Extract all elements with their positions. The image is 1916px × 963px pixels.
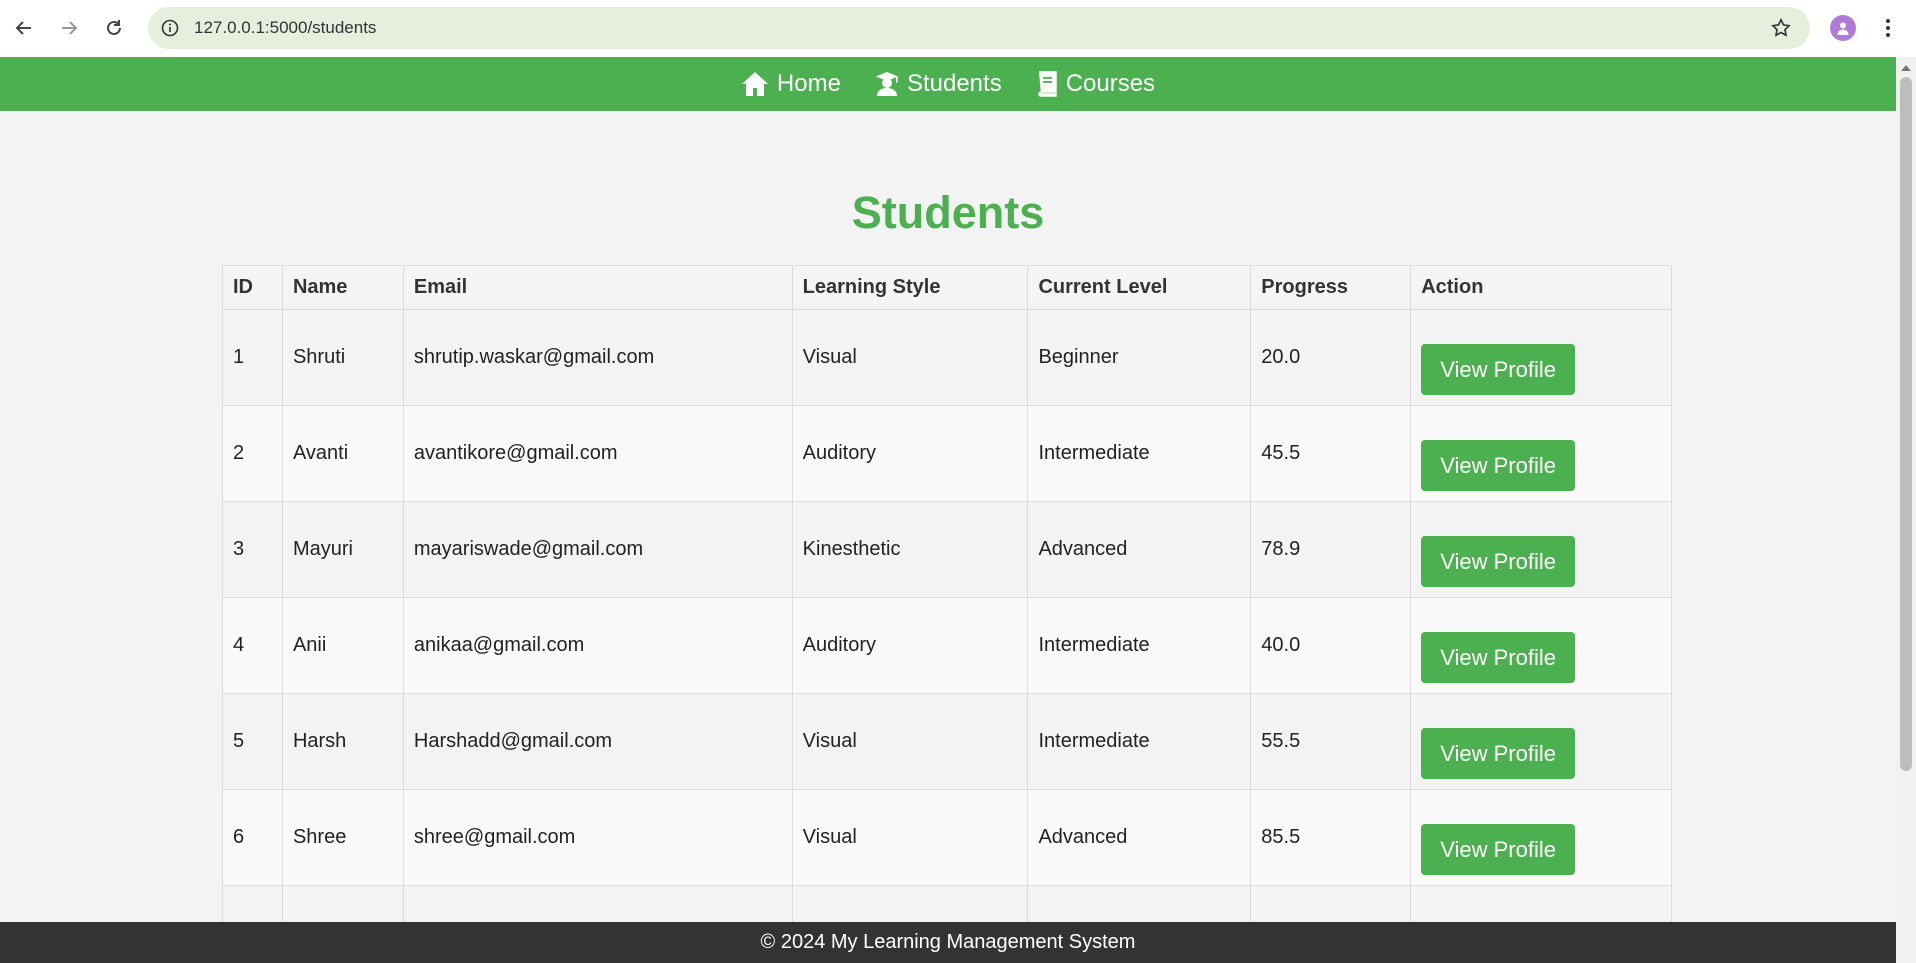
learning-style: Visual: [791, 789, 1029, 886]
reload-icon[interactable]: [100, 14, 128, 42]
page: Home Students Courses Students ID Name E…: [0, 57, 1896, 963]
student-email: shree@gmail.com: [402, 789, 793, 886]
student-email: Harshadd@gmail.com: [402, 693, 793, 790]
action-cell: View Profile: [1410, 789, 1672, 886]
nav-courses[interactable]: Courses: [1036, 70, 1155, 98]
learning-style: Visual: [791, 309, 1029, 406]
scrollbar[interactable]: [1896, 57, 1916, 963]
column-header: Progress: [1250, 265, 1412, 310]
student-id: 2: [222, 405, 283, 502]
student-name: Harsh: [281, 693, 404, 790]
students-table: ID Name Email Learning Style Current Lev…: [222, 265, 1672, 963]
column-header: Current Level: [1027, 265, 1252, 310]
view-profile-button[interactable]: View Profile: [1421, 824, 1575, 875]
action-cell: View Profile: [1410, 693, 1672, 790]
more-icon[interactable]: [1878, 14, 1898, 42]
student-name: Shree: [281, 789, 404, 886]
table-row: 3 Mayuri mayariswade@gmail.com Kinesthet…: [222, 501, 1672, 598]
student-icon: [875, 71, 899, 97]
learning-style: Visual: [791, 693, 1029, 790]
student-name: Anii: [281, 597, 404, 694]
progress: 45.5: [1250, 405, 1412, 502]
current-level: Advanced: [1027, 501, 1252, 598]
back-icon[interactable]: [10, 14, 38, 42]
current-level: Beginner: [1027, 309, 1252, 406]
student-name: Shruti: [281, 309, 404, 406]
table-row: 4 Anii anikaa@gmail.com Auditory Interme…: [222, 597, 1672, 694]
column-header: Email: [402, 265, 793, 310]
action-cell: View Profile: [1410, 597, 1672, 694]
student-id: 4: [222, 597, 283, 694]
current-level: Intermediate: [1027, 597, 1252, 694]
table-row: 6 Shree shree@gmail.com Visual Advanced …: [222, 789, 1672, 886]
view-profile-button[interactable]: View Profile: [1421, 728, 1575, 779]
footer-text: © 2024 My Learning Management System: [760, 931, 1136, 953]
action-cell: View Profile: [1410, 309, 1672, 406]
current-level: Intermediate: [1027, 405, 1252, 502]
address-url[interactable]: 127.0.0.1:5000/students: [194, 18, 376, 38]
view-profile-button[interactable]: View Profile: [1421, 344, 1575, 395]
progress: 78.9: [1250, 501, 1412, 598]
progress: 20.0: [1250, 309, 1412, 406]
student-id: 5: [222, 693, 283, 790]
table-header-row: ID Name Email Learning Style Current Lev…: [222, 265, 1672, 310]
nav-label: Students: [906, 70, 1002, 97]
student-id: 3: [222, 501, 283, 598]
student-id: 1: [222, 309, 283, 406]
scroll-up-icon[interactable]: [1896, 61, 1916, 75]
footer: © 2024 My Learning Management System: [0, 922, 1896, 963]
page-title: Students: [851, 187, 1045, 238]
learning-style: Kinesthetic: [791, 501, 1029, 598]
student-id: 6: [222, 789, 283, 886]
nav-students[interactable]: Students: [875, 70, 1002, 98]
star-icon[interactable]: [1770, 17, 1792, 39]
column-header: Learning Style: [791, 265, 1029, 310]
action-cell: View Profile: [1410, 405, 1672, 502]
info-icon[interactable]: [158, 16, 182, 40]
view-profile-button[interactable]: View Profile: [1421, 632, 1575, 683]
avatar[interactable]: [1830, 15, 1856, 41]
table-row: 1 Shruti shrutip.waskar@gmail.com Visual…: [222, 309, 1672, 406]
nav-label: Home: [776, 70, 841, 97]
student-name: Mayuri: [281, 501, 404, 598]
address-bar[interactable]: 127.0.0.1:5000/students: [148, 7, 1810, 49]
action-cell: View Profile: [1410, 501, 1672, 598]
student-email: anikaa@gmail.com: [402, 597, 793, 694]
student-name: Avanti: [281, 405, 404, 502]
column-header: Name: [281, 265, 404, 310]
learning-style: Auditory: [791, 405, 1029, 502]
scroll-thumb[interactable]: [1900, 77, 1912, 771]
table-row: 5 Harsh Harshadd@gmail.com Visual Interm…: [222, 693, 1672, 790]
book-icon: [1036, 71, 1058, 97]
student-email: mayariswade@gmail.com: [402, 501, 793, 598]
student-email: avantikore@gmail.com: [402, 405, 793, 502]
home-icon: [741, 71, 769, 97]
view-profile-button[interactable]: View Profile: [1421, 440, 1575, 491]
progress: 85.5: [1250, 789, 1412, 886]
table-row: 2 Avanti avantikore@gmail.com Auditory I…: [222, 405, 1672, 502]
current-level: Advanced: [1027, 789, 1252, 886]
nav-label: Courses: [1065, 70, 1156, 97]
browser-toolbar: 127.0.0.1:5000/students: [0, 0, 1916, 57]
learning-style: Auditory: [791, 597, 1029, 694]
student-email: shrutip.waskar@gmail.com: [402, 309, 793, 406]
column-header: ID: [222, 265, 283, 310]
top-nav: Home Students Courses: [0, 57, 1896, 111]
forward-icon[interactable]: [55, 14, 83, 42]
progress: 40.0: [1250, 597, 1412, 694]
column-header: Action: [1410, 265, 1672, 310]
view-profile-button[interactable]: View Profile: [1421, 536, 1575, 587]
current-level: Intermediate: [1027, 693, 1252, 790]
nav-home[interactable]: Home: [741, 70, 841, 98]
progress: 55.5: [1250, 693, 1412, 790]
